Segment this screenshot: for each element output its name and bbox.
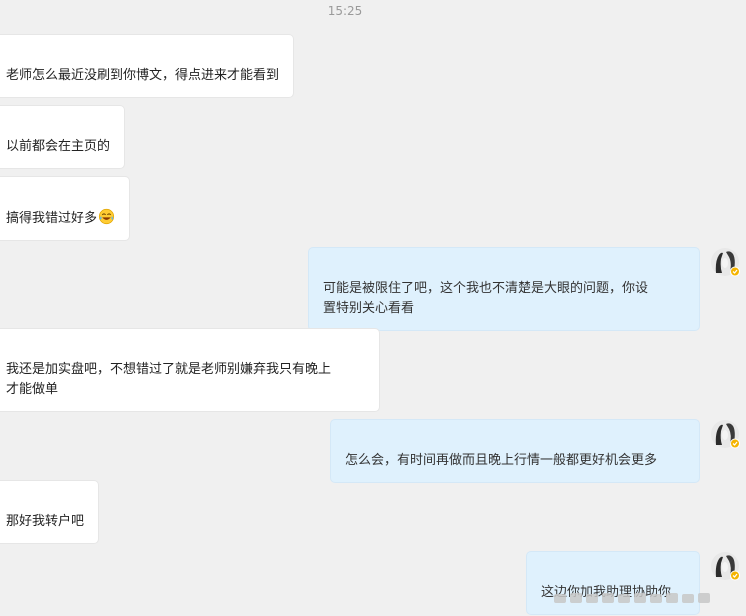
message-timestamp: 15:25 (327, 4, 363, 18)
message-bubble-incoming[interactable]: 老师怎么最近没刷到你博文，得点进来才能看到 (0, 34, 295, 98)
user-avatar-icon[interactable] (710, 419, 740, 449)
message-text: 可能是被限住了吧，这个我也不清楚是大眼的问题，你设 置特别关心看看 (323, 281, 649, 316)
message-bubble-incoming[interactable]: 以前都会在主页的 (0, 105, 126, 169)
verified-badge-icon (730, 570, 740, 581)
message-text: 我还是加实盘吧，不想错过了就是老师别嫌弃我只有晚上 才能做单 (6, 362, 332, 397)
message-text: 那好我转户吧 (6, 514, 85, 529)
laughing-tears-emoji-icon (98, 208, 115, 225)
message-text: 老师怎么最近没刷到你博文，得点进来才能看到 (6, 68, 280, 83)
verified-badge-icon (730, 438, 740, 449)
message-bubble-incoming[interactable]: 搞得我错过好多 (0, 176, 131, 241)
verified-badge-icon (730, 266, 740, 277)
message-bubble-incoming[interactable]: 我还是加实盘吧，不想错过了就是老师别嫌弃我只有晚上 才能做单 (0, 328, 380, 412)
message-text: 以前都会在主页的 (6, 139, 111, 154)
message-text: 搞得我错过好多 (6, 211, 98, 226)
user-avatar-icon[interactable] (710, 247, 740, 277)
message-text: 怎么会，有时间再做而且晚上行情一般都更好机会更多 (345, 453, 658, 468)
user-avatar-icon[interactable] (710, 551, 740, 581)
message-bubble-outgoing[interactable]: 可能是被限住了吧，这个我也不清楚是大眼的问题，你设 置特别关心看看 (308, 247, 700, 331)
message-bubble-incoming[interactable]: 那好我转户吧 (0, 480, 100, 544)
blurred-watermark (554, 593, 710, 603)
message-bubble-outgoing[interactable]: 怎么会，有时间再做而且晚上行情一般都更好机会更多 (330, 419, 700, 483)
